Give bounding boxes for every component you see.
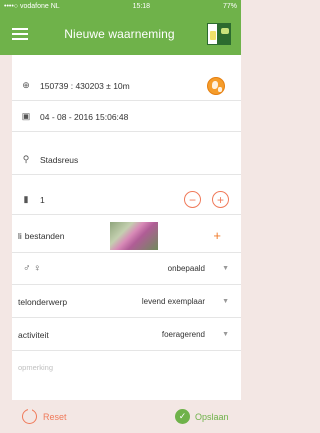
- calendar-icon: ▣: [21, 111, 31, 121]
- reset-label: Reset: [43, 411, 67, 422]
- activity-value: foeragerend: [161, 330, 205, 339]
- save-button[interactable]: ✓ Opslaan: [175, 409, 229, 424]
- sex-icon: ♂ ♀: [23, 263, 41, 274]
- activity-label: activiteit: [18, 329, 49, 340]
- footer-bar: Reset ✓ Opslaan: [0, 400, 241, 433]
- save-label: Opslaan: [195, 411, 229, 422]
- remark-input[interactable]: opmerking: [18, 363, 53, 372]
- chevron-down-icon: ▼: [222, 265, 229, 272]
- crosshair-icon: ⊕: [22, 80, 30, 90]
- reset-button[interactable]: Reset: [22, 407, 67, 424]
- location-row[interactable]: ⊕ 150739 : 430203 ± 10m: [12, 71, 241, 101]
- files-label: bestanden: [24, 230, 65, 241]
- files-prefix: li: [18, 230, 22, 241]
- chevron-down-icon: ▼: [222, 298, 229, 305]
- search-icon: ⚲: [22, 154, 30, 164]
- page-title: Nieuwe waarneming: [64, 27, 175, 41]
- date-value: 04 - 08 - 2016 15:06:48: [40, 111, 129, 122]
- photo-thumbnail[interactable]: [110, 222, 158, 250]
- count-value[interactable]: 1: [40, 195, 45, 205]
- battery-text: 77%: [222, 3, 237, 10]
- nav-bar: Nieuwe waarneming: [0, 13, 241, 55]
- species-value: Stadsreus: [40, 154, 79, 165]
- activity-row[interactable]: activiteit foeragerend ▼: [12, 319, 241, 351]
- files-row: li bestanden +: [12, 219, 241, 253]
- increase-count-button[interactable]: +: [212, 191, 229, 208]
- carrier-text: ••••○ vodafone NL: [4, 3, 60, 10]
- counter-icon: ▮: [23, 194, 29, 204]
- observation-form: ⊕ 150739 : 430203 ± 10m ▣ 04 - 08 - 2016…: [12, 55, 241, 400]
- counting-subject-label: telonderwerp: [18, 296, 68, 307]
- time-text: 15:18: [132, 3, 151, 10]
- count-row: ▮ 1 − +: [12, 185, 241, 215]
- decrease-count-button[interactable]: −: [184, 191, 201, 208]
- remark-row[interactable]: opmerking: [12, 352, 241, 382]
- species-row[interactable]: ⚲ Stadsreus: [12, 145, 241, 175]
- sex-value: onbepaald: [167, 264, 205, 273]
- app-logo-icon: [205, 20, 235, 48]
- add-file-button[interactable]: +: [213, 228, 221, 243]
- chevron-down-icon: ▼: [222, 331, 229, 338]
- globe-icon[interactable]: [207, 76, 225, 95]
- location-value: 150739 : 430203 ± 10m: [40, 80, 130, 91]
- status-bar: ••••○ vodafone NL 15:18 77%: [0, 0, 241, 13]
- counting-subject-row[interactable]: telonderwerp levend exemplaar ▼: [12, 286, 241, 318]
- counting-subject-value: levend exemplaar: [141, 297, 205, 306]
- reset-icon: [22, 407, 37, 424]
- checkmark-icon: ✓: [175, 409, 190, 424]
- sex-row[interactable]: ♂ ♀ onbepaald ▼: [12, 253, 241, 285]
- date-row[interactable]: ▣ 04 - 08 - 2016 15:06:48: [12, 102, 241, 132]
